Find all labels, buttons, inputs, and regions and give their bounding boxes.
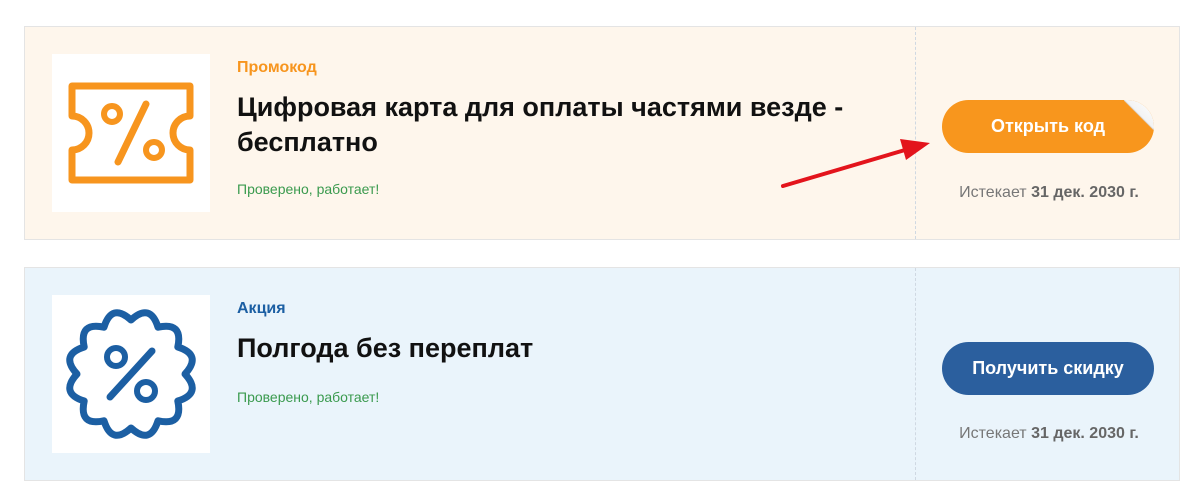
expiry-text: Истекает 31 дек. 2030 г. <box>943 184 1155 202</box>
code-peel-corner <box>1124 100 1154 130</box>
verified-status: Проверено, работает! <box>237 389 380 405</box>
expiry-prefix: Истекает <box>959 425 1027 442</box>
coupon-title: Цифровая карта для оплаты частями везде … <box>237 92 844 157</box>
open-code-button[interactable]: Открыть код <box>942 100 1154 153</box>
coupon-logo <box>52 54 210 212</box>
coupon-card-promocode: Промокод Цифровая карта для оплаты частя… <box>24 26 1180 240</box>
get-discount-button-label: Получить скидку <box>972 358 1124 378</box>
percent-ticket-icon <box>68 82 194 184</box>
card-divider <box>915 27 916 239</box>
coupon-card-deal: Акция Полгода без переплат Проверено, ра… <box>24 267 1180 481</box>
expiry-text: Истекает 31 дек. 2030 г. <box>943 425 1155 443</box>
card-divider <box>915 268 916 480</box>
coupon-type-label: Акция <box>237 300 286 317</box>
verified-status: Проверено, работает! <box>237 181 380 197</box>
expiry-date: 31 дек. 2030 г. <box>1031 184 1139 201</box>
coupon-title: Полгода без переплат <box>237 333 534 363</box>
coupon-logo <box>52 295 210 453</box>
coupon-type-label: Промокод <box>237 59 317 76</box>
open-code-button-label: Открыть код <box>990 116 1106 136</box>
get-discount-button[interactable]: Получить скидку <box>942 342 1154 395</box>
expiry-prefix: Истекает <box>959 184 1027 201</box>
expiry-date: 31 дек. 2030 г. <box>1031 425 1139 442</box>
percent-badge-icon <box>66 309 196 439</box>
